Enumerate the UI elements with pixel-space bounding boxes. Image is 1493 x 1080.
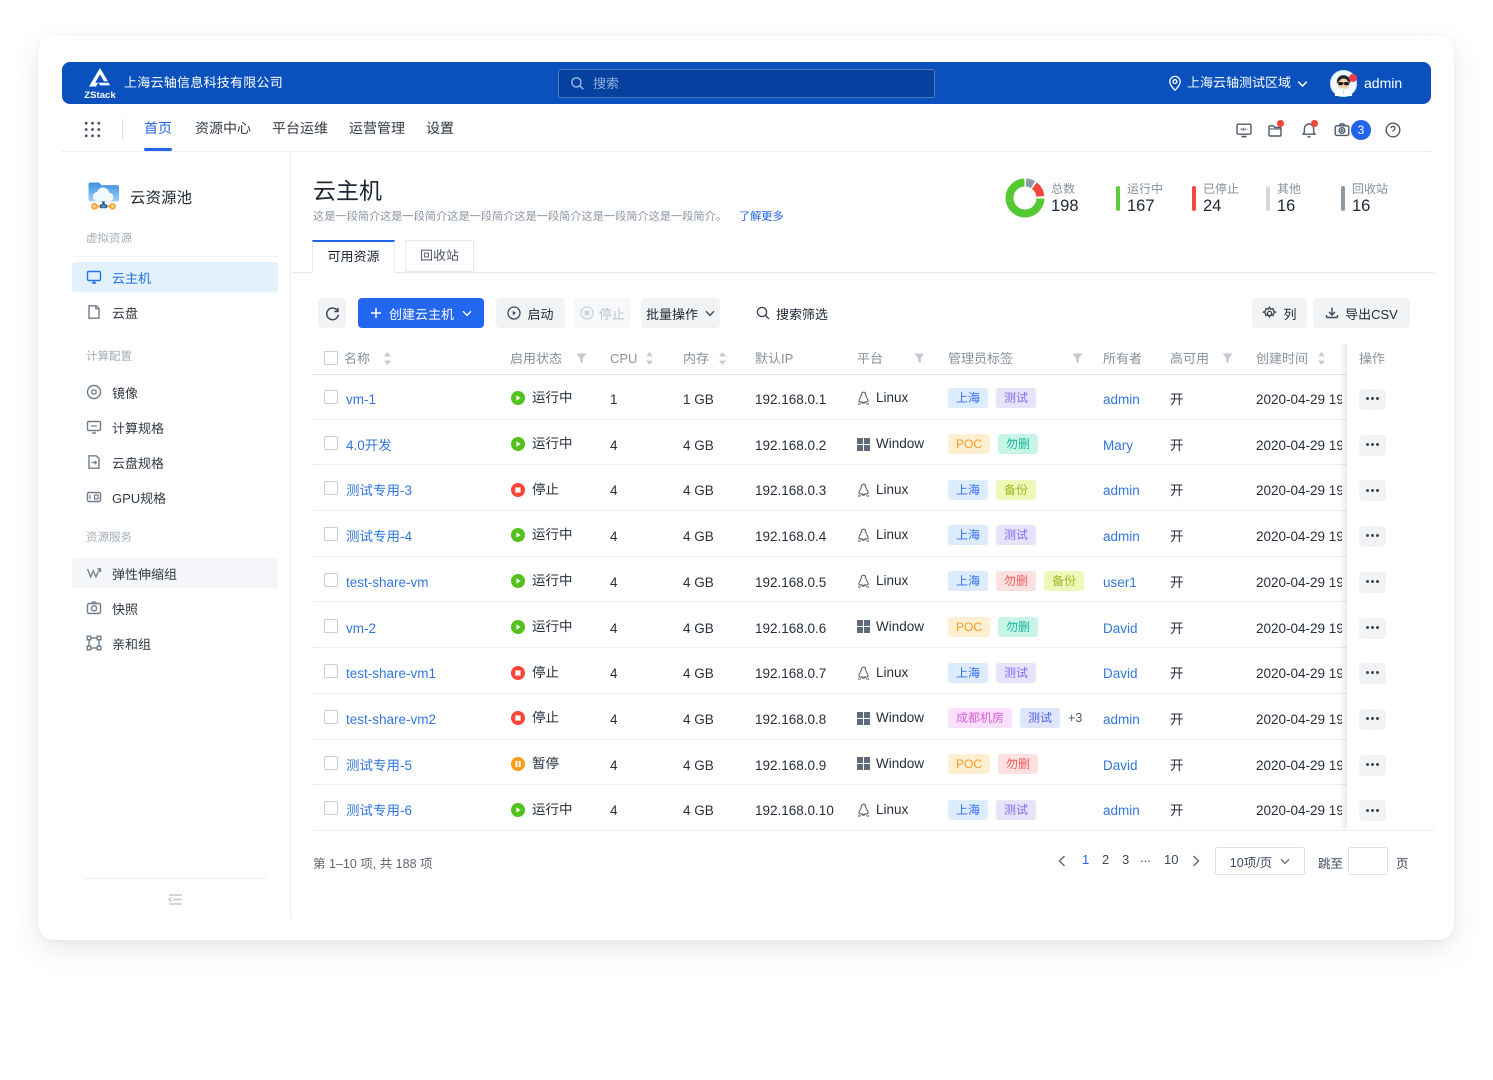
- svg-text:ZStack: ZStack: [84, 90, 116, 101]
